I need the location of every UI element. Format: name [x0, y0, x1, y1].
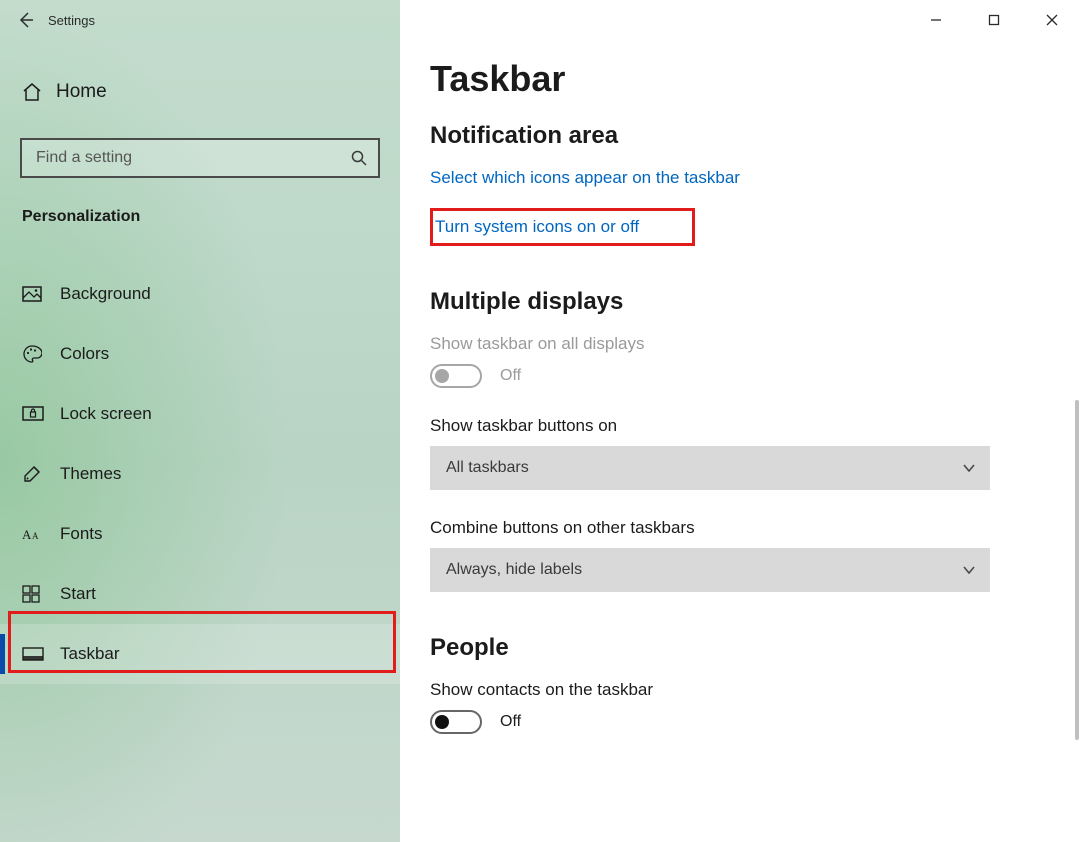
toggle-state-show-contacts: Off	[500, 713, 521, 731]
sidebar-item-colors[interactable]: Colors	[0, 324, 400, 384]
maximize-icon	[988, 14, 1000, 26]
dropdown-show-taskbar-buttons[interactable]: All taskbars	[430, 446, 990, 490]
sidebar-item-label: Background	[60, 284, 151, 304]
sidebar-item-start[interactable]: Start	[0, 564, 400, 624]
minimize-button[interactable]	[907, 0, 965, 40]
svg-text:A: A	[32, 531, 39, 541]
chevron-down-icon	[962, 563, 976, 577]
close-button[interactable]	[1023, 0, 1081, 40]
link-system-icons[interactable]: Turn system icons on or off	[435, 217, 639, 237]
toggle-state-show-taskbar-all: Off	[500, 367, 521, 385]
sidebar: Settings Home Personalization Backgro	[0, 0, 400, 842]
sidebar-item-label: Lock screen	[60, 404, 152, 424]
chevron-down-icon	[962, 461, 976, 475]
label-show-taskbar-all: Show taskbar on all displays	[430, 334, 1081, 354]
title-bar: Settings	[0, 0, 400, 40]
sidebar-item-label: Taskbar	[60, 644, 120, 664]
section-multiple-displays: Multiple displays	[430, 288, 1081, 316]
svg-text:A: A	[22, 527, 32, 542]
sidebar-item-lock-screen[interactable]: Lock screen	[0, 384, 400, 444]
dropdown-combine-buttons[interactable]: Always, hide labels	[430, 548, 990, 592]
page-title: Taskbar	[430, 58, 1081, 100]
minimize-icon	[930, 14, 942, 26]
close-icon	[1046, 14, 1058, 26]
maximize-button[interactable]	[965, 0, 1023, 40]
themes-icon	[22, 464, 60, 484]
search-box[interactable]	[20, 138, 380, 178]
sidebar-nav-list: Background Colors Lock screen Themes	[0, 264, 400, 684]
home-icon	[22, 82, 56, 102]
picture-icon	[22, 286, 60, 302]
category-heading: Personalization	[22, 208, 400, 226]
app-title: Settings	[48, 13, 95, 28]
page-body: Taskbar Notification area Select which i…	[430, 58, 1081, 842]
sidebar-item-fonts[interactable]: AA Fonts	[0, 504, 400, 564]
sidebar-item-label: Fonts	[60, 524, 103, 544]
fonts-icon: AA	[22, 525, 60, 543]
section-people: People	[430, 634, 1081, 662]
lock-screen-icon	[22, 406, 60, 422]
toggle-show-contacts[interactable]	[430, 710, 482, 734]
sidebar-item-background[interactable]: Background	[0, 264, 400, 324]
dropdown-value: Always, hide labels	[446, 561, 582, 579]
back-arrow-icon	[17, 11, 35, 29]
sidebar-item-label: Start	[60, 584, 96, 604]
highlight-box-system-icons: Turn system icons on or off	[430, 208, 695, 246]
toggle-show-taskbar-all	[430, 364, 482, 388]
home-nav[interactable]: Home	[0, 68, 400, 116]
sidebar-item-label: Themes	[60, 464, 121, 484]
link-select-icons[interactable]: Select which icons appear on the taskbar	[430, 168, 740, 188]
palette-icon	[22, 344, 60, 364]
scrollbar[interactable]	[1075, 400, 1079, 740]
search-input[interactable]	[34, 148, 350, 168]
sidebar-item-themes[interactable]: Themes	[0, 444, 400, 504]
home-label: Home	[56, 81, 107, 103]
start-icon	[22, 585, 60, 603]
sidebar-item-taskbar[interactable]: Taskbar	[0, 624, 400, 684]
section-notification-area: Notification area	[430, 122, 1081, 150]
window-controls	[907, 0, 1081, 40]
taskbar-icon	[22, 647, 60, 661]
settings-window: Settings Home Personalization Backgro	[0, 0, 1081, 842]
dropdown-value: All taskbars	[446, 459, 529, 477]
label-show-contacts: Show contacts on the taskbar	[430, 680, 1081, 700]
sidebar-item-label: Colors	[60, 344, 109, 364]
label-combine-buttons: Combine buttons on other taskbars	[430, 518, 1081, 538]
label-show-taskbar-buttons: Show taskbar buttons on	[430, 416, 1081, 436]
content-pane: Taskbar Notification area Select which i…	[400, 0, 1081, 842]
back-button[interactable]	[4, 0, 48, 40]
search-icon	[350, 149, 368, 167]
